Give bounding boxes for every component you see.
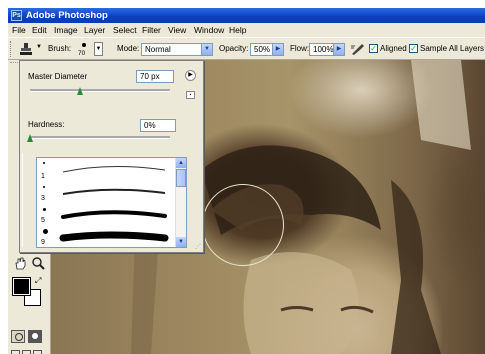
title-bar: Ps Adobe Photoshop: [8, 8, 485, 23]
brush-preset-number: 9: [41, 239, 45, 246]
brush-size-readout: 70: [78, 50, 86, 57]
quick-mask-icon: [32, 333, 38, 339]
brush-preset-list[interactable]: 1 3 5 9 ▲ ▼: [36, 157, 187, 248]
window-title: Adobe Photoshop: [26, 10, 108, 21]
brush-tip-icon: [43, 229, 48, 234]
opacity-field[interactable]: 50% ▶: [250, 43, 284, 56]
brush-tip-icon: [43, 186, 45, 188]
options-grip[interactable]: [10, 41, 13, 57]
menu-view[interactable]: View: [168, 23, 186, 37]
brush-stroke-preview: [61, 210, 167, 219]
brush-stroke-preview: [62, 165, 166, 173]
menu-image[interactable]: Image: [54, 23, 78, 37]
brush-preset-picker: Master Diameter 70 px ▶ ▪ Hardness: 0% 1…: [19, 60, 204, 253]
zoom-tool-icon[interactable]: [31, 256, 46, 271]
menu-layer[interactable]: Layer: [84, 23, 105, 37]
options-bar: ▼ Brush: 70 ▼ Mode: Normal ▼ Opacity: 50…: [8, 37, 485, 60]
brush-label: Brush:: [48, 44, 72, 53]
panel-menu-arrow-icon[interactable]: ▶: [185, 70, 196, 81]
brush-cursor-circle: [202, 184, 284, 266]
scroll-down-arrow-icon[interactable]: ▼: [176, 237, 186, 247]
menu-file[interactable]: File: [12, 23, 26, 37]
opacity-slider-arrow-icon[interactable]: ▶: [272, 44, 283, 55]
mode-label: Mode:: [117, 44, 140, 53]
swap-colors-icon[interactable]: ⤢: [35, 276, 41, 286]
menu-window[interactable]: Window: [194, 23, 224, 37]
brush-tip-icon: [82, 43, 86, 47]
photoshop-logo-icon: Ps: [11, 10, 22, 21]
brush-preset-number: 3: [41, 195, 45, 202]
sample-all-layers-label: Sample All Layers: [420, 44, 485, 53]
aligned-checkbox[interactable]: ✓: [369, 44, 378, 53]
mode-select[interactable]: Normal ▼: [141, 43, 213, 56]
hand-tool-icon[interactable]: [13, 256, 28, 271]
mode-dropdown-arrow-icon[interactable]: ▼: [201, 44, 212, 55]
diameter-slider-track[interactable]: [30, 89, 170, 92]
flow-label: Flow:: [290, 44, 310, 53]
foreground-color-swatch[interactable]: [12, 277, 31, 296]
hardness-field[interactable]: 0%: [140, 119, 176, 132]
brush-tip-icon: [43, 162, 45, 164]
flow-slider-arrow-icon[interactable]: ▶: [333, 44, 344, 55]
brush-preset-number: 1: [41, 173, 45, 180]
standard-mode-icon: [15, 333, 23, 341]
opacity-value: 50%: [254, 45, 271, 54]
screen-mode-buttons[interactable]: [11, 350, 43, 354]
brush-preset-item[interactable]: 1: [37, 160, 177, 180]
scroll-up-arrow-icon[interactable]: ▲: [176, 158, 186, 168]
master-diameter-field[interactable]: 70 px: [136, 70, 174, 83]
aligned-label: Aligned: [380, 44, 407, 53]
sample-all-layers-checkbox[interactable]: ✓: [409, 44, 418, 53]
panel-resize-grip[interactable]: ⋰: [195, 244, 201, 250]
hardness-label: Hardness:: [28, 120, 65, 129]
new-preset-icon[interactable]: ▪: [186, 91, 195, 99]
opacity-label: Opacity:: [219, 44, 249, 53]
master-diameter-label: Master Diameter: [28, 72, 88, 81]
menu-edit[interactable]: Edit: [32, 23, 47, 37]
clone-stamp-tool-icon[interactable]: [19, 42, 33, 56]
hardness-slider-track[interactable]: [30, 136, 170, 139]
brush-preset-number: 5: [41, 217, 45, 224]
menu-filter[interactable]: Filter: [142, 23, 161, 37]
standard-mode-button[interactable]: [11, 330, 25, 343]
diameter-slider-thumb[interactable]: [77, 87, 84, 95]
brush-preview[interactable]: 70: [74, 39, 94, 59]
hardness-slider-thumb[interactable]: [27, 134, 34, 142]
airbrush-icon[interactable]: [350, 42, 366, 56]
color-swatches: ⤢: [11, 274, 47, 312]
flow-value: 100%: [313, 45, 334, 54]
menu-help[interactable]: Help: [229, 23, 246, 37]
brush-picker-dropdown-button[interactable]: ▼: [94, 42, 103, 56]
brush-preset-item[interactable]: 9: [37, 226, 177, 246]
brush-stroke-preview: [62, 188, 166, 195]
brush-stroke-preview: [59, 231, 169, 242]
scrollbar-thumb[interactable]: [176, 169, 186, 187]
flow-field[interactable]: 100% ▶: [309, 43, 345, 56]
menu-select[interactable]: Select: [113, 23, 137, 37]
tool-preset-chevron-icon[interactable]: ▼: [36, 44, 42, 50]
brush-preset-item[interactable]: 3: [37, 182, 177, 202]
mode-value: Normal: [145, 45, 171, 54]
menu-bar: File Edit Image Layer Select Filter View…: [8, 23, 485, 37]
quick-mask-mode-button[interactable]: [28, 330, 42, 343]
brush-preset-item[interactable]: 5: [37, 204, 177, 224]
preset-list-scrollbar[interactable]: ▲ ▼: [175, 158, 186, 247]
brush-tip-icon: [43, 208, 46, 211]
